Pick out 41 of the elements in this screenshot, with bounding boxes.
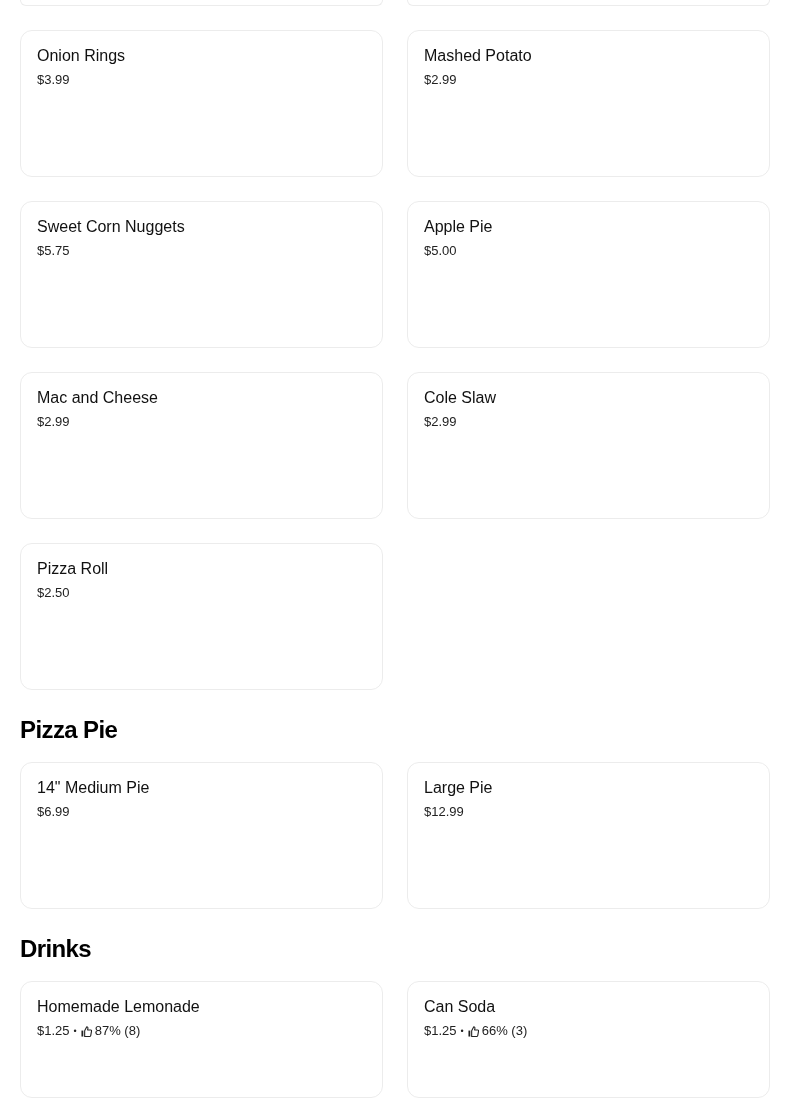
item-name: Onion Rings [37,46,126,66]
item-price: $12.99 [424,803,464,821]
item-price: $5.75 [37,242,70,260]
separator-dot: • [73,1025,77,1038]
item-name: Mac and Cheese [37,388,158,408]
thumbs-up-icon [80,1025,92,1037]
item-name: Cole Slaw [424,388,497,408]
menu-item-card[interactable]: Mashed Potato $2.99 [407,30,770,177]
item-price: $6.99 [37,803,70,821]
item-price: $2.50 [37,584,70,602]
item-name: 14" Medium Pie [37,778,150,798]
item-price: $2.99 [424,71,457,89]
item-name: Can Soda [424,997,496,1017]
item-price: $2.99 [424,413,457,431]
menu-item-card[interactable]: Homemade Lemonade $1.25 • 87% (8) [20,981,383,1098]
section-heading: Pizza Pie [20,715,118,745]
menu-item-card[interactable]: Mac and Cheese $2.99 [20,372,383,519]
item-price: $1.25 [37,1022,70,1040]
section-heading: Drinks [20,934,92,964]
item-name: Sweet Corn Nuggets [37,217,185,237]
item-name: Mashed Potato [424,46,532,66]
menu-item-card[interactable]: Large Pie $12.99 [407,762,770,909]
separator-dot: • [460,1025,464,1038]
menu-item-card[interactable]: 14" Medium Pie $6.99 [20,762,383,909]
item-price: $2.99 [37,413,70,431]
item-rating: 66% (3) [481,1022,528,1040]
item-name: Homemade Lemonade [37,997,200,1017]
menu-item-card[interactable]: Onion Rings $3.99 [20,30,383,177]
menu-item-card[interactable]: Cole Slaw $2.99 [407,372,770,519]
item-price: $5.00 [424,242,457,260]
menu-item-card[interactable]: Can Soda $1.25 • 66% (3) [407,981,770,1098]
menu-item-card[interactable]: Pizza Roll $2.50 [20,543,383,690]
item-price: $3.99 [37,71,70,89]
item-name: Pizza Roll [37,559,109,579]
item-name: Large Pie [424,778,493,798]
item-price: $1.25 [424,1022,457,1040]
thumbs-up-icon [467,1025,479,1037]
menu-item-card[interactable]: Apple Pie $5.00 [407,201,770,348]
item-rating: 87% (8) [94,1022,141,1040]
menu-item-card[interactable]: Sweet Corn Nuggets $5.75 [20,201,383,348]
item-name: Apple Pie [424,217,493,237]
